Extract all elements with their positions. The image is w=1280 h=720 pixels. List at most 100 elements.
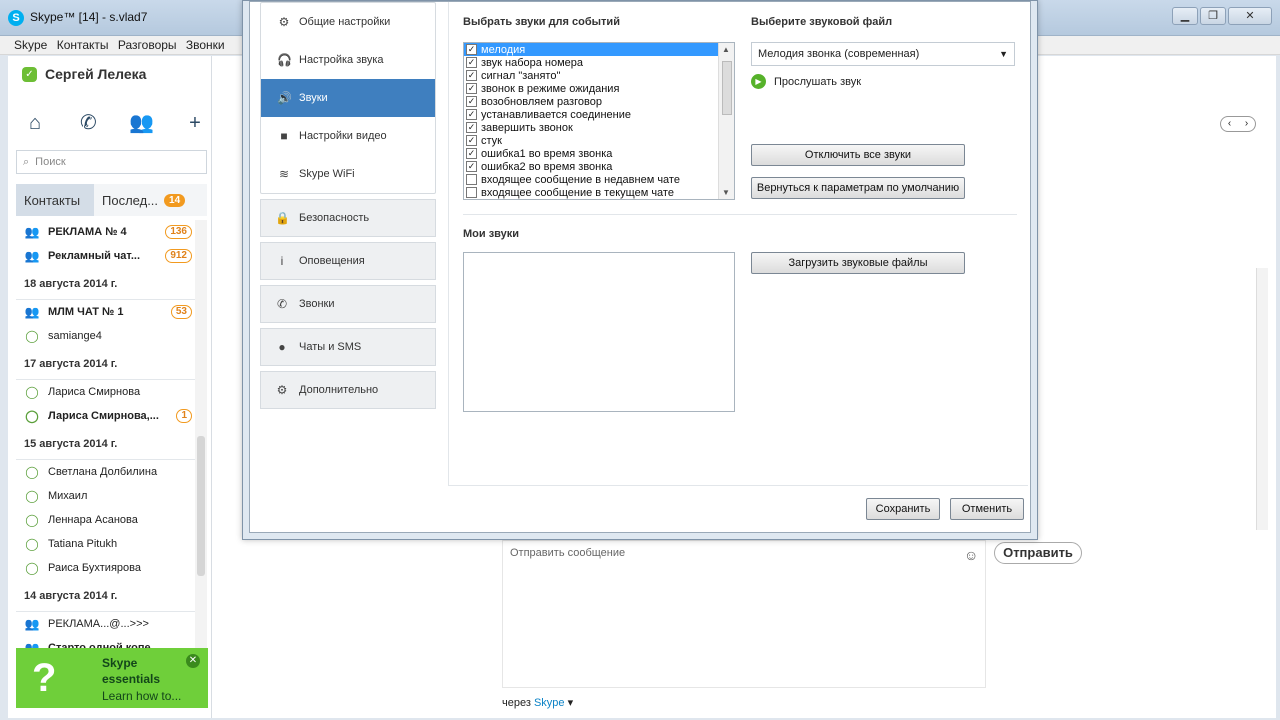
event-row[interactable]: ✓ сигнал "занято"	[464, 69, 718, 82]
add-contact-icon[interactable]: +	[182, 112, 208, 134]
emoticon-icon[interactable]: ☺	[964, 547, 978, 563]
contact-list-item[interactable]: 👥 РЕКЛАМА № 4 136	[16, 220, 196, 244]
event-row[interactable]: входящее сообщение в текущем чате	[464, 186, 718, 199]
event-checkbox[interactable]: ✓	[466, 83, 477, 94]
via-skype-link[interactable]: Skype	[534, 697, 565, 709]
settings-nav-item[interactable]: ✆ Звонки	[260, 285, 436, 323]
contact-list-item[interactable]: ◯ samiange4	[16, 324, 196, 348]
contact-list-item[interactable]: ◯ Лариса Смирнова,... 1	[16, 404, 196, 428]
settings-nav-item[interactable]: ⚙ Общие настройки	[261, 3, 435, 41]
event-row[interactable]: ✓ завершить звонок	[464, 121, 718, 134]
contact-name: Tatiana Pitukh	[48, 538, 118, 550]
status-icon: ◯	[25, 489, 39, 503]
search-placeholder: Поиск	[35, 156, 66, 168]
cancel-button[interactable]: Отменить	[950, 498, 1024, 520]
mute-all-button[interactable]: Отключить все звуки	[751, 144, 965, 166]
menu-calls[interactable]: Звонки	[183, 36, 228, 52]
prev-icon[interactable]: ‹	[1228, 117, 1231, 131]
event-checkbox[interactable]: ✓	[466, 161, 477, 172]
contact-list-item[interactable]: ◯ Раиса Бухтиярова	[16, 556, 196, 580]
essentials-line2: essentials	[102, 672, 161, 686]
settings-nav-item[interactable]: 🔒 Безопасность	[260, 199, 436, 237]
message-input[interactable]	[502, 540, 986, 688]
scroll-up-icon[interactable]: ▲	[722, 45, 730, 54]
reset-defaults-button[interactable]: Вернуться к параметрам по умолчанию	[751, 177, 965, 199]
user-profile[interactable]: ✓ Сергей Лелека	[22, 66, 146, 82]
maximize-button[interactable]: ❐	[1200, 7, 1226, 25]
contact-list-item[interactable]: 👥 МЛМ ЧАТ № 1 53	[16, 300, 196, 324]
event-checkbox[interactable]: ✓	[466, 70, 477, 81]
event-checkbox[interactable]: ✓	[466, 57, 477, 68]
group-icon: 👥	[24, 225, 40, 239]
contact-list-scrollbar[interactable]	[195, 220, 207, 694]
contact-list-item[interactable]: ◯ Лариса Смирнова	[16, 380, 196, 404]
contact-name: РЕКЛАМА...@...>>>	[48, 618, 149, 630]
next-icon[interactable]: ›	[1245, 117, 1248, 131]
event-checkbox[interactable]: ✓	[466, 148, 477, 159]
event-row[interactable]: ✓ возобновляем разговор	[464, 95, 718, 108]
settings-nav-label: Skype WiFi	[299, 168, 355, 180]
close-banner-icon[interactable]: ✕	[186, 654, 200, 668]
minimize-button[interactable]: ▁	[1172, 7, 1198, 25]
event-checkbox[interactable]: ✓	[466, 122, 477, 133]
event-label: ошибка1 во время звонка	[481, 147, 613, 160]
event-row[interactable]: ✓ звук набора номера	[464, 56, 718, 69]
phone-icon[interactable]: ✆	[75, 112, 101, 134]
user-name: Сергей Лелека	[45, 66, 147, 82]
settings-nav-item[interactable]: ● Чаты и SMS	[260, 328, 436, 366]
group-icon: 👥	[24, 305, 40, 319]
save-button[interactable]: Сохранить	[866, 498, 940, 520]
chat-scrollbar[interactable]	[1256, 268, 1268, 530]
contact-list-item[interactable]: ◯ Светлана Долбилина	[16, 460, 196, 484]
sound-file-select[interactable]: Мелодия звонка (современная) ▼	[751, 42, 1015, 66]
settings-nav-item[interactable]: ⚙ Дополнительно	[260, 371, 436, 409]
home-icon[interactable]: ⌂	[22, 112, 48, 134]
contact-name: Леннара Асанова	[48, 514, 138, 526]
event-checkbox[interactable]: ✓	[466, 135, 477, 146]
settings-nav-item[interactable]: 🔊 Звуки	[261, 79, 435, 117]
menu-skype[interactable]: Skype	[0, 36, 50, 52]
contact-list-item[interactable]: 👥 Рекламный чат... 912	[16, 244, 196, 268]
menu-contacts[interactable]: Контакты	[54, 36, 112, 52]
event-row[interactable]: ✓ мелодия	[464, 43, 718, 56]
contact-list-item[interactable]: 👥 РЕКЛАМА...@...>>>	[16, 612, 196, 636]
contact-date-header: 18 августа 2014 г.	[16, 268, 196, 300]
scroll-down-icon[interactable]: ▼	[722, 188, 730, 197]
event-checkbox[interactable]: ✓	[466, 96, 477, 107]
event-row[interactable]: ✓ ошибка1 во время звонка	[464, 147, 718, 160]
group-icon[interactable]: 👥	[129, 112, 155, 134]
close-button[interactable]: ✕	[1228, 7, 1272, 25]
chat-nav-arrows[interactable]: ‹ ›	[1220, 116, 1256, 132]
settings-nav-item[interactable]: i Оповещения	[260, 242, 436, 280]
status-icon: ◯	[25, 537, 39, 551]
settings-nav-item[interactable]: 🎧 Настройка звука	[261, 41, 435, 79]
contact-list-item[interactable]: ◯ Леннара Асанова	[16, 508, 196, 532]
event-row[interactable]: ✓ стук	[464, 134, 718, 147]
send-button[interactable]: Отправить	[994, 542, 1082, 564]
listen-sound-button[interactable]: ▶ Прослушать звук	[751, 74, 861, 89]
settings-nav-item[interactable]: ■ Настройки видео	[261, 117, 435, 155]
event-checkbox[interactable]: ✓	[466, 109, 477, 120]
skype-essentials-banner[interactable]: ? Skype essentials Learn how to... ✕	[16, 648, 208, 708]
search-input[interactable]: ⌕ Поиск	[16, 150, 207, 174]
event-checkbox[interactable]	[466, 187, 477, 198]
event-row[interactable]: ✓ ошибка2 во время звонка	[464, 160, 718, 173]
settings-nav-item[interactable]: ≋ Skype WiFi	[261, 155, 435, 193]
events-scroll-thumb[interactable]	[722, 61, 732, 115]
contact-list-item[interactable]: ◯ Tatiana Pitukh	[16, 532, 196, 556]
event-checkbox[interactable]: ✓	[466, 44, 477, 55]
menu-conversations[interactable]: Разговоры	[115, 36, 180, 52]
event-checkbox[interactable]	[466, 174, 477, 185]
event-row[interactable]: входящее сообщение в недавнем чате	[464, 173, 718, 186]
status-icon: ◯	[25, 385, 39, 399]
upload-sounds-button[interactable]: Загрузить звуковые файлы	[751, 252, 965, 274]
tab-contacts[interactable]: Контакты	[16, 184, 94, 216]
event-row[interactable]: ✓ устанавливается соединение	[464, 108, 718, 121]
tab-recent[interactable]: Послед... 14	[94, 184, 207, 216]
contact-list-item[interactable]: ◯ Михаил	[16, 484, 196, 508]
event-label: сигнал "занято"	[481, 69, 561, 82]
unread-count-badge: 53	[170, 305, 192, 319]
events-scrollbar[interactable]: ▲ ▼	[718, 43, 734, 199]
event-row[interactable]: ✓ звонок в режиме ожидания	[464, 82, 718, 95]
my-sounds-list[interactable]	[463, 252, 735, 412]
